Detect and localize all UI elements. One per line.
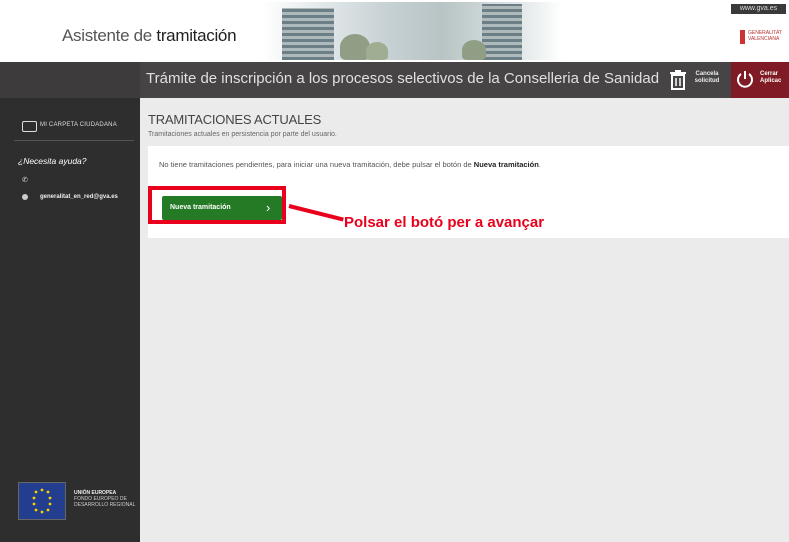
gva-logo: GENERALITAT VALENCIANA	[740, 30, 788, 44]
help-title: ¿Necesita ayuda?	[18, 156, 87, 166]
annotation-highlight-box	[148, 186, 286, 224]
notice-bold: Nueva tramitación	[473, 160, 539, 169]
email-icon	[22, 194, 28, 200]
section-title: TRAMITACIONES ACTUALES	[148, 112, 322, 127]
folder-label: MI CARPETA CIUDADANA	[40, 122, 117, 128]
briefcase-icon	[22, 121, 37, 132]
notice-suffix: .	[538, 160, 541, 169]
eu-subtitle: FONDO EUROPEO DE DESARROLLO REGIONAL	[74, 496, 136, 508]
app-title-light: Asistente de	[62, 26, 157, 45]
no-pending-notice: No tiene tramitaciones pendientes, para …	[159, 160, 541, 169]
header-banner-image	[262, 2, 562, 60]
section-subtitle: Tramitaciones actuales en persistencia p…	[148, 131, 337, 138]
top-bar: Trámite de inscripción a los procesos se…	[0, 62, 789, 98]
trash-icon[interactable]	[668, 69, 688, 91]
help-email-link[interactable]: generalitat_en_red@gva.es	[40, 194, 118, 200]
app-title-bold: tramitación	[156, 26, 237, 45]
gva-url-link[interactable]: www.gva.es	[731, 4, 786, 14]
my-citizen-folder-link[interactable]: MI CARPETA CIUDADANA	[0, 118, 140, 134]
power-icon[interactable]	[736, 70, 754, 88]
app-title: Asistente de tramitación	[62, 26, 237, 46]
annotation-text: Polsar el botó per a avançar	[344, 214, 545, 231]
phone-icon: ✆	[22, 177, 28, 184]
sidebar-divider	[14, 140, 134, 141]
eu-text: UNIÓN EUROPEA FONDO EUROPEO DE DESARROLL…	[74, 490, 136, 508]
notice-prefix: No tiene tramitaciones pendientes, para …	[159, 160, 474, 169]
header: Asistente de tramitación www.gva.es GENE…	[0, 0, 789, 62]
top-bar-left-block	[0, 62, 140, 98]
cancel-request-button[interactable]: Cancela solicitud	[694, 71, 720, 85]
procedure-title: Trámite de inscripción a los procesos se…	[146, 70, 664, 87]
eu-funding-logo: UNIÓN EUROPEA FONDO EUROPEO DE DESARROLL…	[18, 482, 136, 520]
close-app-label[interactable]: Cerrar Aplicac	[760, 71, 789, 85]
eu-flag-icon	[18, 482, 66, 520]
sidebar: MI CARPETA CIUDADANA ¿Necesita ayuda? ✆ …	[0, 98, 140, 542]
main-content: TRAMITACIONES ACTUALES Tramitaciones act…	[140, 98, 789, 542]
